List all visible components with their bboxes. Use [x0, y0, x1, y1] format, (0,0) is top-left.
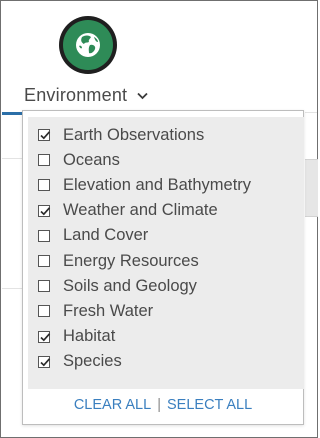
checkbox-checked[interactable]	[38, 204, 51, 217]
option-label: Earth Observations	[63, 125, 205, 144]
background-divider	[2, 288, 23, 289]
checkbox-checked[interactable]	[38, 129, 51, 141]
checkbox-unchecked[interactable]	[38, 255, 50, 267]
option-label: Weather and Climate	[63, 201, 218, 220]
option-row[interactable]: Earth Observations	[38, 124, 204, 146]
checkbox-checked[interactable]	[38, 355, 51, 368]
checkbox-unchecked[interactable]	[38, 305, 50, 318]
checkbox-unchecked[interactable]	[38, 179, 50, 192]
background-divider	[2, 158, 23, 159]
background-active-tab-indicator	[2, 112, 23, 158]
checkbox-unchecked[interactable]	[38, 154, 50, 167]
footer-separator: |	[157, 397, 161, 413]
option-row[interactable]: Oceans	[38, 149, 120, 171]
dropdown-footer: CLEAR ALL | SELECT ALL	[23, 397, 303, 413]
category-dropdown-panel: Earth Observations Oceans Elevation and Ba…	[22, 110, 304, 425]
background-divider	[305, 112, 317, 113]
clear-all-button[interactable]: CLEAR ALL	[74, 397, 151, 413]
option-row[interactable]: Soils and Geology	[38, 275, 197, 297]
globe-icon[interactable]	[58, 15, 118, 75]
option-row[interactable]: Land Cover	[38, 225, 148, 247]
option-label: Elevation and Bathymetry	[63, 175, 252, 194]
category-dropdown-toggle[interactable]: Environment	[24, 84, 148, 106]
select-all-button[interactable]: SELECT ALL	[167, 397, 252, 413]
option-row[interactable]: Habitat	[38, 326, 115, 348]
option-label: Species	[63, 352, 122, 371]
option-label: Habitat	[63, 327, 116, 346]
option-label: Energy Resources	[63, 251, 199, 270]
checkbox-unchecked[interactable]	[38, 280, 50, 293]
category-label: Environment	[24, 85, 128, 105]
option-row[interactable]: Weather and Climate	[38, 200, 218, 222]
option-label: Oceans	[63, 150, 120, 169]
option-row[interactable]: Elevation and Bathymetry	[38, 174, 251, 196]
option-label: Land Cover	[63, 226, 149, 245]
option-row[interactable]: Species	[38, 351, 122, 373]
option-label: Soils and Geology	[63, 276, 197, 295]
option-row[interactable]: Fresh Water	[38, 300, 153, 322]
options-list: Earth Observations Oceans Elevation and Ba…	[28, 117, 304, 389]
background-panel-strip	[305, 159, 318, 217]
option-row[interactable]: Energy Resources	[38, 250, 199, 272]
checkbox-unchecked[interactable]	[38, 229, 50, 242]
chevron-down-icon	[137, 84, 148, 105]
option-label: Fresh Water	[63, 301, 154, 320]
checkbox-checked[interactable]	[38, 330, 51, 343]
